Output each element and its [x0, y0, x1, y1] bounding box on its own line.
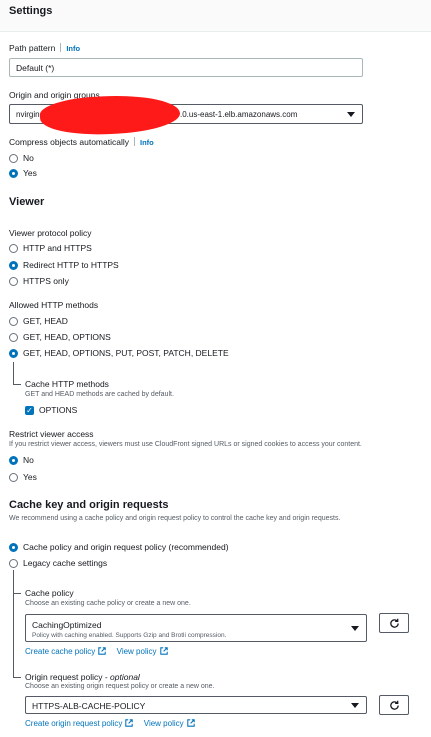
radio-selected-icon: [9, 260, 18, 270]
tree-connector: [13, 593, 21, 594]
cache-policy-selected-name: CachingOptimized: [32, 620, 102, 630]
cache-methods-options-checkbox[interactable]: ✓ OPTIONS: [25, 405, 77, 415]
origin-request-policy-selected-name: HTTPS-ALB-CACHE-POLICY: [32, 701, 146, 711]
origin-request-policy-refresh-button[interactable]: [379, 695, 409, 715]
restrict-option-yes[interactable]: Yes: [9, 472, 37, 482]
radio-selected-icon: [9, 348, 18, 358]
origin-request-policy-description: Choose an existing origin request policy…: [25, 683, 215, 690]
cache-methods-description: GET and HEAD methods are cached by defau…: [25, 391, 174, 398]
cache-methods-label: Cache HTTP methods: [25, 379, 109, 389]
restrict-access-description: If you restrict viewer access, viewers m…: [9, 441, 362, 448]
restrict-access-label: Restrict viewer access: [9, 429, 94, 439]
radio-selected-icon: [9, 455, 18, 465]
radio-icon: [9, 276, 18, 286]
tree-connector: [13, 362, 14, 384]
allowed-methods-label: Allowed HTTP methods: [9, 300, 99, 310]
cache-policy-links: Create cache policy View policy: [25, 646, 168, 656]
compress-info-link[interactable]: Info: [140, 138, 154, 147]
origin-request-policy-links: Create origin request policy View policy: [25, 718, 195, 728]
protocol-option-redirect[interactable]: Redirect HTTP to HTTPS: [9, 260, 119, 270]
viewer-protocol-label: Viewer protocol policy: [9, 228, 92, 238]
radio-icon: [9, 472, 18, 482]
cache-option-legacy[interactable]: Legacy cache settings: [9, 558, 107, 568]
cache-key-title: Cache key and origin requests: [9, 499, 169, 511]
radio-selected-icon: [9, 542, 18, 552]
radio-icon: [9, 558, 18, 568]
radio-icon: [9, 153, 18, 163]
refresh-icon: [389, 618, 399, 628]
radio-icon: [9, 316, 18, 326]
methods-option-get-head-options[interactable]: GET, HEAD, OPTIONS: [9, 332, 111, 342]
origin-value-suffix: .0.us-east-1.elb.amazonaws.com: [180, 110, 298, 119]
protocol-option-http-https[interactable]: HTTP and HTTPS: [9, 243, 92, 253]
protocol-option-https-only[interactable]: HTTPS only: [9, 276, 69, 286]
radio-selected-icon: [9, 168, 18, 178]
chevron-down-icon: [351, 703, 359, 708]
compress-option-no[interactable]: No: [9, 153, 34, 163]
compress-label: Compress objects automatically Info: [9, 137, 154, 147]
origin-request-policy-select[interactable]: HTTPS-ALB-CACHE-POLICY: [25, 696, 367, 714]
cache-policy-description: Choose an existing cache policy or creat…: [25, 600, 191, 607]
cache-policy-refresh-button[interactable]: [379, 613, 409, 633]
create-origin-request-policy-link[interactable]: Create origin request policy: [25, 719, 134, 728]
methods-option-get-head[interactable]: GET, HEAD: [9, 316, 68, 326]
refresh-icon: [389, 700, 399, 710]
radio-icon: [9, 243, 18, 253]
methods-option-all[interactable]: GET, HEAD, OPTIONS, PUT, POST, PATCH, DE…: [9, 348, 229, 358]
tree-connector: [13, 384, 21, 385]
external-link-icon: [159, 647, 168, 655]
cache-policy-label: Cache policy: [25, 588, 74, 598]
origin-value-prefix: nvirgin: [16, 110, 40, 119]
external-link-icon: [186, 719, 195, 727]
origin-request-policy-label: Origin request policy - optional: [25, 672, 140, 682]
cache-policy-select[interactable]: CachingOptimized Policy with caching ena…: [25, 614, 367, 642]
viewer-title: Viewer: [9, 196, 45, 208]
restrict-option-no[interactable]: No: [9, 455, 34, 465]
chevron-down-icon: [351, 626, 359, 631]
cache-option-policy[interactable]: Cache policy and origin request policy (…: [9, 542, 229, 552]
radio-icon: [9, 332, 18, 342]
view-cache-policy-link[interactable]: View policy: [117, 647, 168, 656]
external-link-icon: [98, 647, 106, 655]
compress-option-yes[interactable]: Yes: [9, 168, 37, 178]
tree-connector: [13, 677, 21, 678]
settings-title: Settings: [9, 5, 53, 17]
chevron-down-icon: [347, 112, 355, 117]
path-pattern-info-link[interactable]: Info: [66, 44, 80, 53]
cache-key-description: We recommend using a cache policy and or…: [9, 515, 341, 522]
settings-header: [0, 0, 431, 32]
external-link-icon: [125, 719, 134, 727]
cache-policy-selected-description: Policy with caching enabled. Supports Gz…: [32, 632, 227, 639]
path-pattern-label: Path pattern Info: [9, 43, 81, 53]
checkmark-icon: ✓: [25, 405, 34, 415]
tree-connector: [13, 570, 14, 677]
create-cache-policy-link[interactable]: Create cache policy: [25, 647, 106, 656]
view-origin-request-policy-link[interactable]: View policy: [144, 719, 195, 728]
path-pattern-input[interactable]: Default (*): [9, 58, 363, 77]
